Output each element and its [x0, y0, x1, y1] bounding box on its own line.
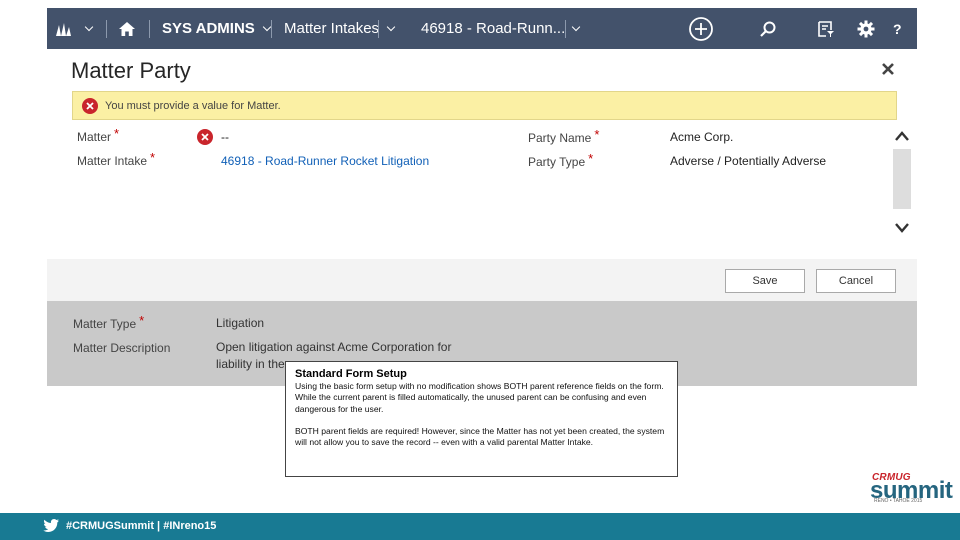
- cancel-button[interactable]: Cancel: [816, 269, 896, 293]
- bottom-bar: #CRMUGSummit | #INreno15: [0, 513, 960, 540]
- record-chevron-down-icon[interactable]: [571, 8, 581, 49]
- matter-description-label: Matter Description: [73, 341, 171, 355]
- help-button[interactable]: ?: [893, 8, 902, 49]
- slide: SYS ADMINS Matter Intakes 46918 - Road-R…: [0, 0, 960, 540]
- crmug-summit-logo: CRMUG summit RENO • TAHOE 2015: [870, 472, 953, 504]
- dialog-title: Matter Party: [71, 58, 191, 83]
- nav-bar: SYS ADMINS Matter Intakes 46918 - Road-R…: [47, 8, 917, 49]
- nav-record-label: 46918 - Road-Runn...: [421, 20, 566, 37]
- matter-lookup-input[interactable]: --: [221, 130, 229, 144]
- nav-module[interactable]: SYS ADMINS: [162, 8, 272, 49]
- scrollbar-thumb[interactable]: [893, 149, 911, 209]
- callout-paragraph-1: Using the basic form setup with no modif…: [295, 381, 664, 414]
- matter-party-dialog: Matter Party You must provide a value fo…: [47, 49, 917, 301]
- callout-body: Using the basic form setup with no modif…: [295, 381, 668, 448]
- matter-type-value[interactable]: Litigation: [216, 315, 264, 332]
- create-plus-icon[interactable]: [688, 8, 714, 49]
- search-icon[interactable]: [759, 8, 777, 49]
- advanced-find-icon[interactable]: [817, 8, 835, 49]
- gear-icon[interactable]: [857, 8, 875, 49]
- matter-error-icon: [197, 129, 213, 145]
- help-label: ?: [893, 20, 902, 37]
- matter-description-line1[interactable]: Open litigation against Acme Corporation…: [216, 339, 451, 356]
- save-button[interactable]: Save: [725, 269, 805, 293]
- party-type-value[interactable]: Adverse / Potentially Adverse: [670, 154, 826, 168]
- logo-chevron-down-icon[interactable]: [84, 8, 94, 49]
- scroll-down-icon[interactable]: [894, 221, 910, 239]
- event-hashtags: #CRMUGSummit | #INreno15: [66, 520, 217, 532]
- party-name-label: Party Name *: [528, 127, 600, 145]
- matter-description-line2[interactable]: liability in the: [216, 356, 285, 373]
- matter-type-label: Matter Type *: [73, 313, 145, 331]
- twitter-bird-icon: [42, 518, 60, 539]
- entity-chevron-down-icon[interactable]: [386, 8, 396, 49]
- party-type-label: Party Type *: [528, 151, 594, 169]
- callout-paragraph-2: BOTH parent fields are required! However…: [295, 425, 665, 448]
- chevron-down-icon: [262, 22, 272, 32]
- party-name-value[interactable]: Acme Corp.: [670, 130, 733, 144]
- error-message: You must provide a value for Matter.: [105, 100, 281, 112]
- matter-intake-link[interactable]: 46918 - Road-Runner Rocket Litigation: [221, 154, 429, 168]
- error-icon: [82, 98, 98, 114]
- dialog-footer: Save Cancel: [47, 259, 917, 301]
- nav-module-label: SYS ADMINS: [162, 20, 255, 37]
- home-icon[interactable]: [118, 8, 136, 49]
- dynamics-logo-icon[interactable]: [55, 8, 75, 49]
- callout-title: Standard Form Setup: [295, 368, 407, 380]
- nav-record[interactable]: 46918 - Road-Runn...: [421, 8, 565, 49]
- annotation-callout: Standard Form Setup Using the basic form…: [285, 361, 678, 477]
- close-icon[interactable]: [880, 61, 896, 77]
- error-banner: You must provide a value for Matter.: [72, 91, 897, 120]
- matter-intake-label: Matter Intake *: [77, 150, 156, 168]
- scroll-up-icon[interactable]: [894, 129, 910, 147]
- nav-entity[interactable]: Matter Intakes: [284, 8, 379, 49]
- nav-entity-label: Matter Intakes: [284, 20, 380, 37]
- matter-label: Matter *: [77, 126, 120, 144]
